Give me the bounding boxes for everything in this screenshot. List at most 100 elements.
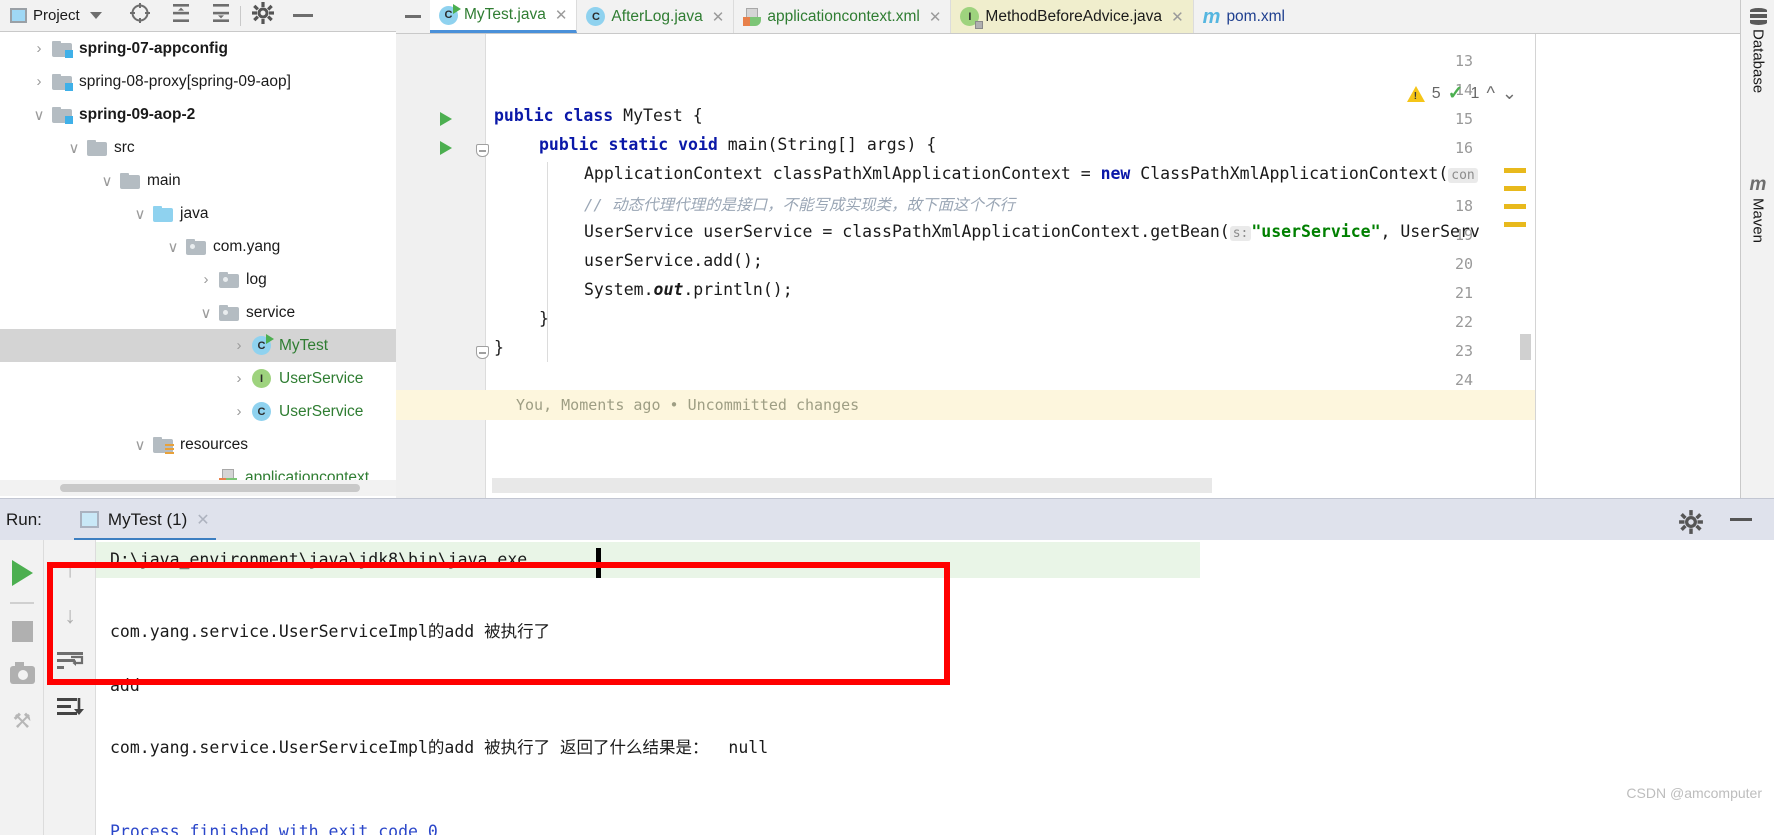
tree-row[interactable]: › log (0, 263, 396, 296)
run-tab-label: MyTest (1) (107, 509, 188, 529)
toolbar-divider (239, 5, 241, 26)
next-problem-icon[interactable]: ⌄ (1502, 83, 1517, 104)
tree-row[interactable]: ∨ spring-09-aop-2 (0, 98, 396, 131)
tree-label: UserService (279, 402, 364, 420)
error-stripe-marker[interactable] (1504, 204, 1526, 209)
tree-row[interactable]: › spring-07-appconfig (0, 32, 396, 65)
tree-row[interactable]: ∨ src (0, 131, 396, 164)
editor-horizontal-scrollbar[interactable] (492, 478, 1212, 493)
console-line: com.yang.service.UserServiceImpl的add 被执行… (110, 622, 551, 641)
scroll-up-button[interactable]: ↑ (44, 546, 96, 592)
project-tree[interactable]: › spring-07-appconfig › spring-08-proxy … (0, 32, 396, 498)
expand-arrow-icon[interactable]: › (226, 403, 252, 420)
previous-problem-icon[interactable]: ^ (1486, 83, 1494, 104)
java-class-icon: C (586, 7, 606, 26)
tree-label: UserService (279, 369, 364, 387)
line-number: 22 (1454, 313, 1473, 331)
tab-afterlog-java[interactable]: C AfterLog.java ✕ (577, 0, 735, 33)
error-stripe-marker[interactable] (1504, 168, 1526, 173)
line-number: 21 (1454, 284, 1473, 302)
collapse-arrow-icon[interactable]: ∨ (160, 238, 186, 256)
screenshot-button[interactable] (0, 652, 44, 698)
expand-arrow-icon[interactable]: › (193, 271, 219, 288)
hide-icon[interactable] (292, 14, 313, 17)
project-window-icon[interactable] (10, 8, 27, 23)
scroll-to-end-button[interactable] (44, 684, 96, 730)
minimize-icon[interactable] (1730, 518, 1752, 521)
close-icon[interactable]: ✕ (712, 8, 725, 26)
tree-row[interactable]: › C UserService (0, 395, 396, 428)
run-gutter-icon[interactable] (440, 141, 452, 155)
collapse-arrow-icon[interactable]: ∨ (127, 436, 153, 454)
tool-label: Database (1749, 29, 1767, 94)
code-editor[interactable]: 13 14 15 16 17 18 19 20 21 22 23 24 publ… (396, 34, 1536, 498)
scroll-down-button[interactable]: ↓ (44, 592, 96, 638)
editor-vertical-scrollbar[interactable] (1520, 334, 1531, 360)
error-stripe-marker[interactable] (1504, 186, 1526, 191)
tree-row[interactable]: › I UserService (0, 362, 396, 395)
collapse-arrow-icon[interactable]: ∨ (61, 139, 87, 157)
collapse-arrow-icon[interactable]: ∨ (193, 304, 219, 322)
debug-button[interactable]: ⚒ (0, 698, 44, 744)
collapse-arrow-icon[interactable]: ∨ (94, 172, 120, 190)
source-folder-icon (153, 205, 173, 222)
editor-gutter[interactable] (396, 34, 486, 498)
gear-icon[interactable] (251, 1, 275, 30)
java-class-runnable-icon: C (252, 334, 274, 355)
tab-label: AfterLog.java (611, 7, 703, 25)
collapse-arrow-icon[interactable]: ∨ (26, 106, 52, 124)
code-fold-icon[interactable] (476, 346, 489, 359)
run-panel-label: Run: (6, 509, 42, 529)
run-tab-mytest[interactable]: MyTest (1) ✕ (73, 499, 216, 542)
close-icon[interactable]: ✕ (1171, 8, 1184, 26)
tool-button-database[interactable]: Database (1741, 8, 1774, 93)
chevron-down-icon[interactable] (89, 12, 102, 19)
code-fold-icon[interactable] (476, 144, 489, 157)
tree-row[interactable]: ∨ com.yang (0, 230, 396, 263)
close-icon[interactable]: ✕ (196, 510, 209, 530)
tab-mytest-java[interactable]: C MyTest.java ✕ (430, 0, 578, 33)
close-icon[interactable]: ✕ (929, 8, 942, 26)
tree-row[interactable]: › spring-08-proxy [spring-09-aop] (0, 65, 396, 98)
expand-arrow-icon[interactable]: › (226, 337, 252, 354)
error-stripe-marker[interactable] (1504, 222, 1526, 227)
console-caret (596, 548, 601, 578)
console-output[interactable]: D:\java_environment\java\jdk8\bin\java.e… (96, 540, 1774, 835)
tree-row-mytest[interactable]: › C MyTest (0, 329, 396, 362)
gear-icon[interactable] (1678, 509, 1704, 540)
tab-methodbeforeadvice-java[interactable]: I MethodBeforeAdvice.java ✕ (951, 0, 1194, 33)
hide-editor-icon[interactable] (396, 0, 430, 33)
collapse-arrow-icon[interactable]: ∨ (127, 205, 153, 223)
tree-row[interactable]: ∨ resources (0, 428, 396, 461)
inspection-status[interactable]: ! 5 ✓ 1 ^ ⌄ (1406, 82, 1517, 105)
tool-button-maven[interactable]: m Maven (1741, 175, 1774, 243)
warning-triangle-icon: ! (1406, 85, 1425, 102)
rerun-button[interactable] (0, 550, 44, 596)
close-icon[interactable]: ✕ (555, 6, 568, 24)
locate-icon[interactable] (128, 1, 152, 30)
tab-applicationcontext-xml[interactable]: applicationcontext.xml ✕ (734, 0, 952, 33)
soft-wrap-button[interactable] (44, 638, 96, 684)
tree-label: spring-07-appconfig (79, 39, 228, 57)
code-line-21: System.out.println(); (584, 280, 793, 299)
tree-label: spring-08-proxy (79, 72, 187, 90)
line-number: 24 (1454, 371, 1473, 389)
expand-arrow-icon[interactable]: › (226, 370, 252, 387)
run-configuration-icon (79, 511, 99, 528)
stop-button[interactable] (0, 608, 44, 654)
console-line: D:\java_environment\java\jdk8\bin\java.e… (110, 550, 528, 569)
collapse-all-icon[interactable] (210, 2, 232, 29)
console-line: com.yang.service.UserServiceImpl的add 被执行… (110, 738, 769, 757)
code-text: ApplicationContext classPathXmlApplicati… (584, 164, 1101, 183)
expand-arrow-icon[interactable]: › (26, 73, 52, 90)
parameter-hint: con (1448, 168, 1478, 183)
expand-all-icon[interactable] (170, 2, 192, 29)
tab-pom-xml[interactable]: m pom.xml (1194, 0, 1294, 33)
tree-row[interactable]: ∨ service (0, 296, 396, 329)
tree-row[interactable]: ∨ main (0, 164, 396, 197)
scroll-to-end-icon (57, 698, 84, 716)
expand-arrow-icon[interactable]: › (26, 40, 52, 57)
project-tree-horizontal-scrollbar[interactable] (0, 480, 396, 496)
run-gutter-icon[interactable] (440, 112, 452, 126)
tree-row[interactable]: ∨ java (0, 197, 396, 230)
